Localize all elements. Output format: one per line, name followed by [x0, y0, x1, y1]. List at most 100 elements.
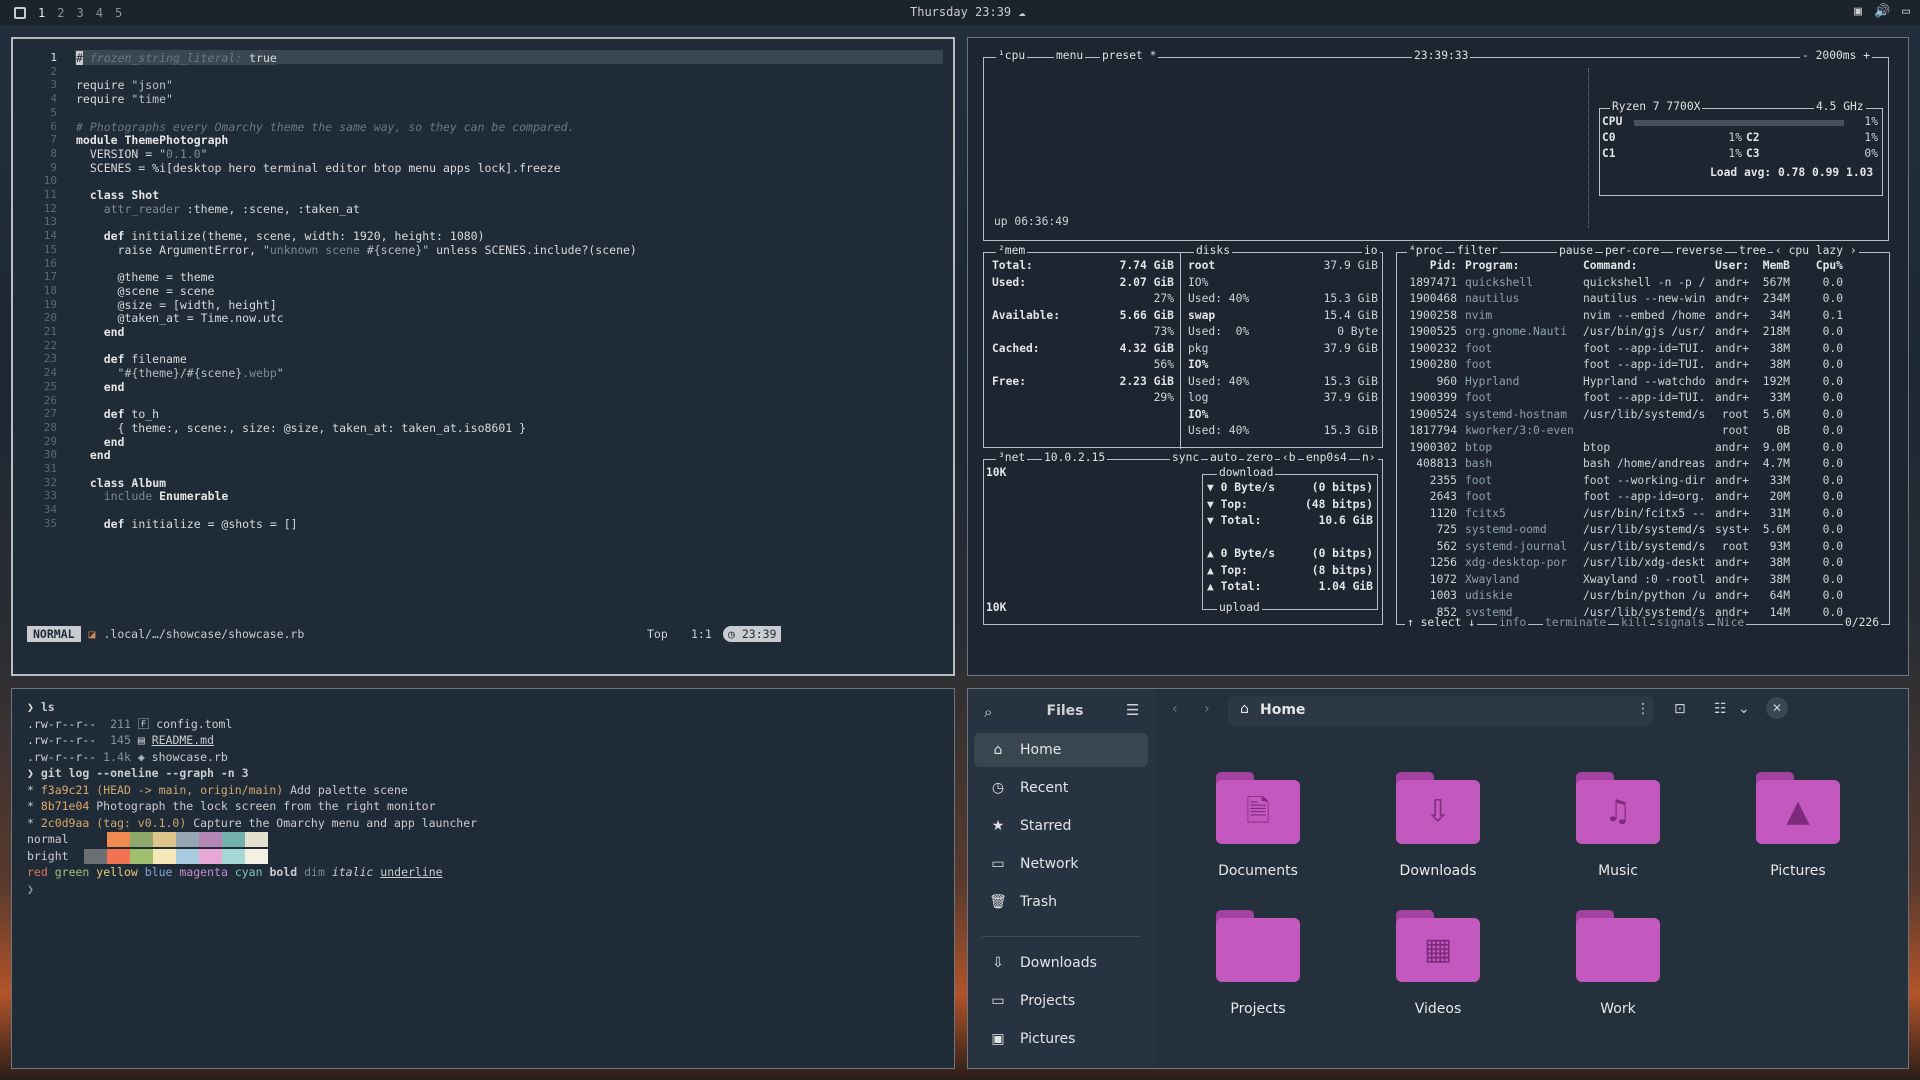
proc-cell: foot --app-id=org.	[1583, 490, 1706, 503]
proc-row[interactable]: 960 Hyprland Hyprland --watchdo andr+ 192M 0.…	[1397, 374, 1891, 390]
nvim-window[interactable]: 1 # frozen_string_literal: true 2 3 require …	[11, 37, 955, 676]
proc-tree[interactable]: tree	[1737, 244, 1769, 257]
proc-cell: 0.0	[1822, 457, 1843, 470]
disks-tab[interactable]: disks	[1194, 244, 1233, 257]
view-options-chevron-icon[interactable]: ⌄	[1738, 701, 1750, 717]
net-auto[interactable]: auto	[1208, 451, 1240, 464]
sidebar-item-pictures[interactable]: ▣ Pictures	[974, 1022, 1148, 1056]
sidebar-item-starred[interactable]: ★ Starred	[974, 809, 1148, 843]
info-hint[interactable]: info	[1497, 616, 1529, 629]
proc-row[interactable]: 2355 foot foot --working-dir andr+ 33M 0.0	[1397, 473, 1891, 489]
net-next[interactable]: n›	[1360, 451, 1378, 464]
proc-col-header[interactable]: Command:	[1583, 258, 1637, 275]
proc-row[interactable]: 1003 udiskie/usr/bin/python /u andr+ 64M 0.0	[1397, 588, 1891, 604]
nice-hint[interactable]: Nice	[1715, 616, 1747, 629]
proc-row[interactable]: 2643 foot foot --app-id=org. andr+ 20M 0.0	[1397, 489, 1891, 505]
list-view-icon[interactable]: ☷	[1714, 701, 1727, 717]
net-prev[interactable]: ‹b	[1280, 451, 1298, 464]
files-window[interactable]: ⌕ Files ☰ ⌂ Home ◷ Recent ★ Starred ▭ Network 🗑 T…	[967, 688, 1909, 1069]
code-line[interactable]: 35 def initialize = @shots = []	[13, 516, 943, 533]
back-button[interactable]: ‹	[1172, 701, 1178, 717]
folder-projects[interactable]: Projects	[1196, 910, 1306, 1038]
btop-window[interactable]: ¹cpu menu preset * 23:39:33 - 2000ms + u…	[967, 37, 1909, 676]
proc-row[interactable]: 1900468 nautilus nautilus --new-win andr+ 23…	[1397, 291, 1891, 307]
net-sync[interactable]: sync	[1170, 451, 1202, 464]
proc-per-core[interactable]: per-core	[1603, 244, 1662, 257]
proc-row[interactable]: 1900525 org.gnome.Nauti/usr/bin/gjs /usr/…	[1397, 324, 1891, 340]
folder-videos[interactable]: ▦ Videos	[1376, 910, 1486, 1038]
workspace-3[interactable]: 3	[76, 6, 83, 20]
folder-pictures[interactable]: ▲ Pictures	[1736, 772, 1846, 900]
disk-label: Used: 0%	[1188, 325, 1250, 338]
camera-icon[interactable]: ⊡	[1674, 701, 1686, 717]
sidebar-item-home[interactable]: ⌂ Home	[974, 733, 1148, 767]
omarchy-logo-icon[interactable]	[14, 6, 26, 19]
preset-tab[interactable]: preset *	[1100, 49, 1159, 62]
sidebar-item-network[interactable]: ▭ Network	[974, 847, 1148, 881]
proc-row[interactable]: 408813 bash bash /home/andreas andr+ 4.7M 0.0	[1397, 456, 1891, 472]
folder-downloads[interactable]: ⇩ Downloads	[1376, 772, 1486, 900]
proc-row[interactable]: 1256 xdg-desktop-por/usr/lib/xdg-deskt and…	[1397, 555, 1891, 571]
proc-row[interactable]: 1900302 btop btop andr+ 9.0M 0.0	[1397, 440, 1891, 456]
proc-cell: 64M	[1769, 589, 1790, 602]
proc-row[interactable]: 725 systemd-oomd/usr/lib/systemd/s syst+ 5.…	[1397, 522, 1891, 538]
proc-row[interactable]: 1900232 foot foot --app-id=TUI. andr+ 38M 0.0	[1397, 341, 1891, 357]
proc-filter[interactable]: filter	[1455, 244, 1500, 257]
cpu-tab[interactable]: ¹cpu	[996, 49, 1028, 62]
proc-col-header[interactable]: Cpu%	[1807, 258, 1843, 275]
proc-row[interactable]: 1072 Xwayland Xwayland :0 -rootl andr+ 38M 0.…	[1397, 572, 1891, 588]
proc-row[interactable]: 1900258 nvim nvim --embed /home andr+ 34M 0.1	[1397, 308, 1891, 324]
workspace-4[interactable]: 4	[96, 6, 103, 20]
folder-music[interactable]: ♫ Music	[1556, 772, 1666, 900]
location-menu-icon[interactable]: ⋮	[1636, 701, 1650, 717]
workspace-1[interactable]: 1	[38, 6, 45, 20]
search-icon[interactable]: ⌕	[984, 703, 992, 721]
proc-col-header[interactable]: Pid:	[1397, 258, 1457, 275]
sidebar-item-projects[interactable]: ▭ Projects	[974, 984, 1148, 1018]
proc-row[interactable]: 562 systemd-journal/usr/lib/systemd/s root…	[1397, 539, 1891, 555]
net-zero[interactable]: zero	[1244, 451, 1276, 464]
volume-icon[interactable]: 🔊	[1874, 4, 1890, 19]
hamburger-menu-icon[interactable]: ☰	[1126, 701, 1139, 719]
terminal-line: red green yellow blue magenta cyan bold …	[27, 865, 443, 879]
location-bar[interactable]: ⌂ Home ⋮	[1228, 696, 1654, 726]
net-stat-value: (0 bitps)	[1311, 481, 1373, 494]
proc-cell: 0.0	[1822, 572, 1843, 586]
screen-icon[interactable]: ▣	[1854, 4, 1862, 19]
folder-work[interactable]: Work	[1556, 910, 1666, 1038]
proc-reverse[interactable]: reverse	[1673, 244, 1725, 257]
display-icon[interactable]: ▭	[1902, 4, 1910, 19]
menu-tab[interactable]: menu	[1054, 49, 1086, 62]
proc-row[interactable]: 1900524 systemd-hostnam/usr/lib/systemd/s…	[1397, 407, 1891, 423]
workspace-5[interactable]: 5	[115, 6, 122, 20]
proc-row[interactable]: 1120 fcitx5/usr/bin/fcitx5 -- andr+ 31M 0.0	[1397, 506, 1891, 522]
proc-row[interactable]: 1900280 foot foot --app-id=TUI. andr+ 38M 0.0	[1397, 357, 1891, 373]
proc-col-header[interactable]: Program:	[1465, 258, 1519, 275]
proc-pause[interactable]: pause	[1557, 244, 1596, 257]
io-tab[interactable]: io	[1362, 244, 1380, 257]
folder-documents[interactable]: 🗎 Documents	[1196, 772, 1306, 900]
close-button[interactable]: ✕	[1766, 697, 1788, 719]
proc-row[interactable]: 1897471 quickshell quickshell -n -p / andr+…	[1397, 275, 1891, 291]
refresh-rate[interactable]: - 2000ms +	[1800, 49, 1873, 62]
mem-tab[interactable]: ²mem	[996, 244, 1028, 257]
signals-hint[interactable]: signals	[1655, 616, 1707, 629]
proc-row[interactable]: 1900399 foot foot --app-id=TUI. andr+ 33M 0.0	[1397, 390, 1891, 406]
proc-cell: xdg-desktop-por	[1465, 556, 1568, 569]
proc-row[interactable]: 1817794 kworker/3:0-even root 0B 0.0	[1397, 423, 1891, 439]
terminate-hint[interactable]: terminate	[1543, 616, 1609, 629]
clock[interactable]: Thursday 23:39 ☁	[910, 5, 1026, 19]
proc-tab[interactable]: ⁴proc	[1407, 244, 1446, 257]
proc-col-header[interactable]: MemB	[1752, 258, 1790, 275]
terminal-window[interactable]: ❯ ls .rw-r--r-- 211 🄵 config.toml .rw-r--r…	[11, 688, 955, 1069]
select-hint[interactable]: ↑ select ↓	[1405, 616, 1478, 629]
sidebar-item-recent[interactable]: ◷ Recent	[974, 771, 1148, 805]
sidebar-item-downloads[interactable]: ⇩ Downloads	[974, 946, 1148, 980]
proc-col-header[interactable]: User:	[1709, 258, 1749, 275]
workspace-2[interactable]: 2	[57, 6, 64, 20]
proc-sort[interactable]: ‹ cpu lazy ›	[1773, 244, 1859, 257]
sidebar-item-trash[interactable]: 🗑 Trash	[974, 885, 1148, 919]
kill-hint[interactable]: kill	[1619, 616, 1651, 629]
forward-button[interactable]: ›	[1204, 701, 1210, 717]
net-tab[interactable]: ³net	[996, 451, 1028, 464]
